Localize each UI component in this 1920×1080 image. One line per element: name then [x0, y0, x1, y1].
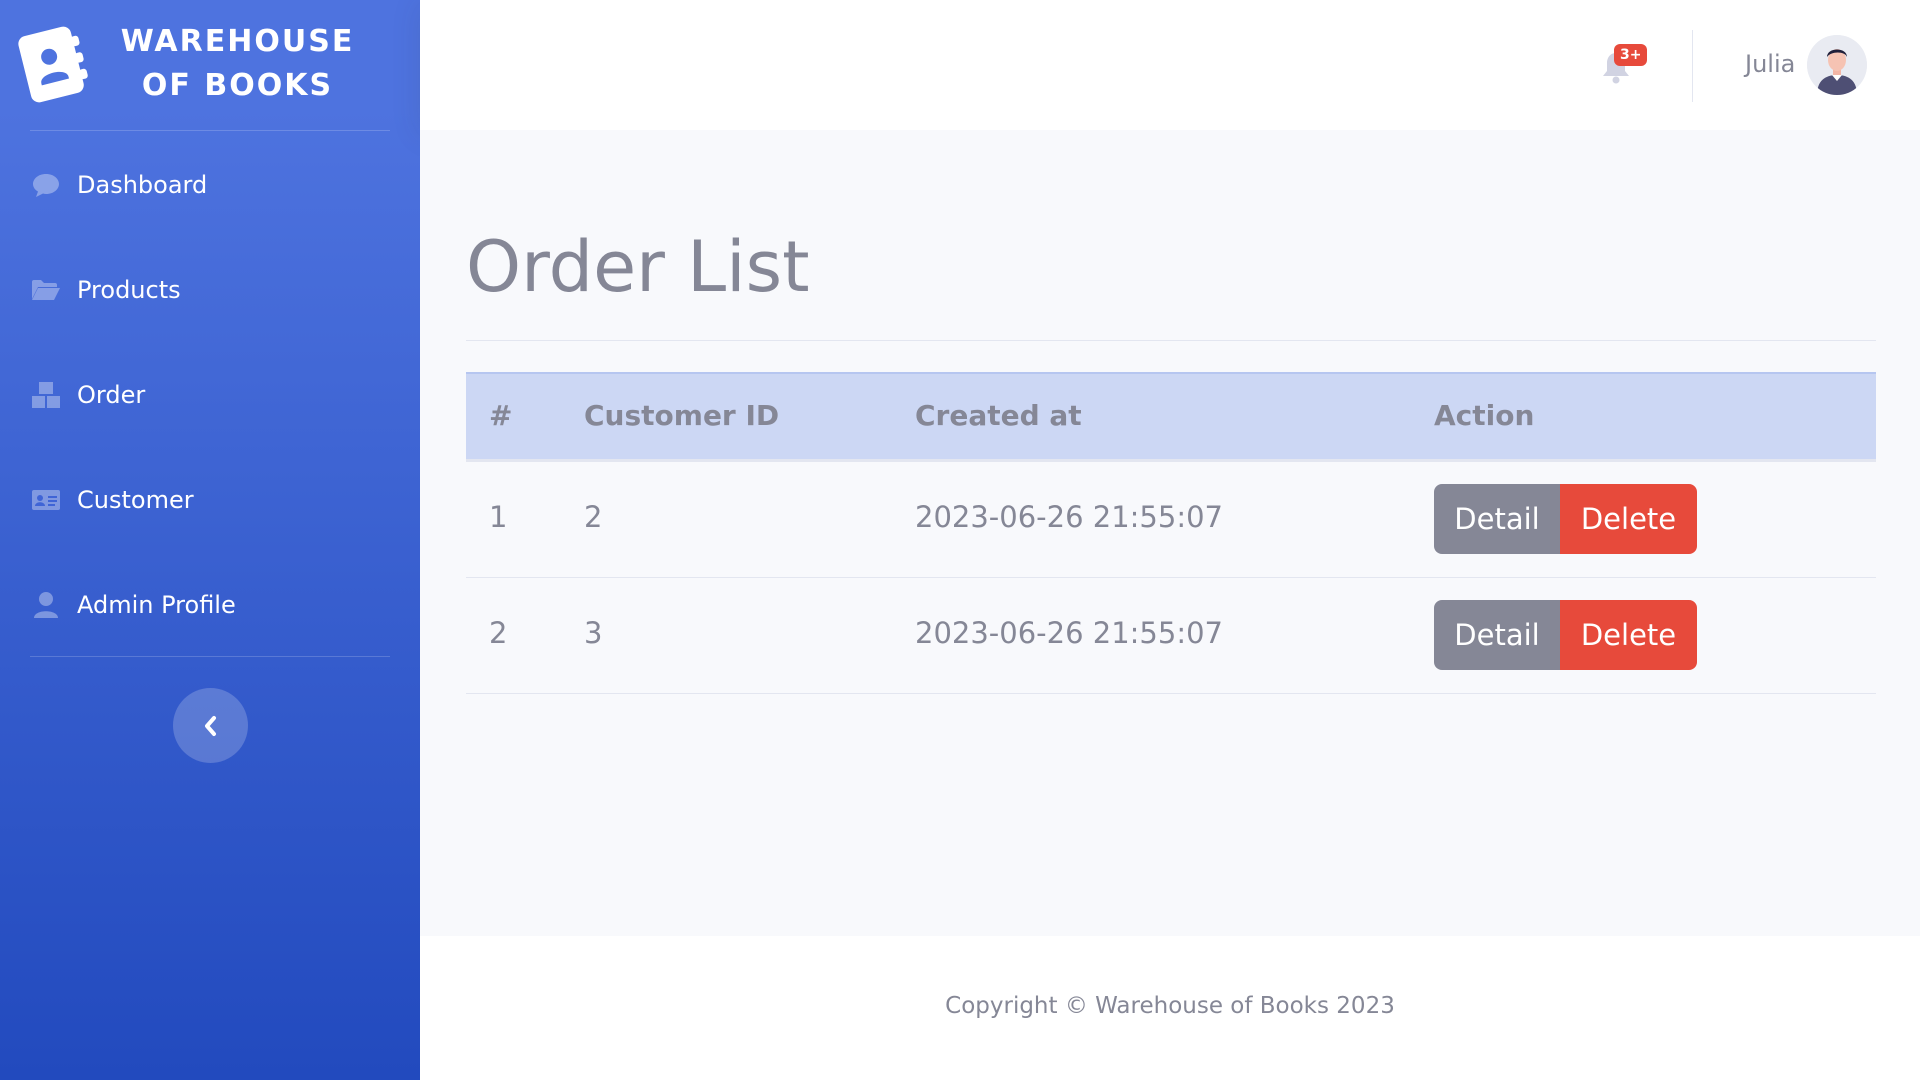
user-icon: [30, 589, 62, 621]
orders-table: # Customer ID Created at Action 1 2 2023…: [466, 372, 1876, 694]
title-divider: [466, 340, 1876, 341]
topbar-divider: [1692, 30, 1693, 102]
cell-created-at: 2023-06-26 21:55:07: [915, 500, 1223, 534]
column-header-customer-id: Customer ID: [584, 399, 780, 432]
column-header-number: #: [489, 399, 513, 432]
user-name[interactable]: Julia: [1745, 50, 1795, 78]
avatar[interactable]: [1807, 35, 1867, 95]
notification-badge: 3+: [1614, 44, 1648, 66]
chevron-left-icon: [204, 715, 216, 736]
table-row: 1 2 2023-06-26 21:55:07 Detail Delete: [466, 462, 1876, 578]
row-actions: Detail Delete: [1434, 484, 1697, 554]
id-card-icon: [30, 484, 62, 516]
sidebar-item-order[interactable]: Order: [0, 363, 420, 427]
topbar: [420, 0, 1920, 130]
cell-number: 1: [489, 500, 508, 534]
delete-button[interactable]: Delete: [1560, 600, 1697, 670]
copyright-text: Copyright © Warehouse of Books 2023: [945, 993, 1395, 1019]
sidebar-item-products[interactable]: Products: [0, 258, 420, 322]
delete-button[interactable]: Delete: [1560, 484, 1697, 554]
footer: Copyright © Warehouse of Books 2023: [420, 936, 1920, 1080]
column-header-created-at: Created at: [915, 399, 1082, 432]
sidebar-toggle-button[interactable]: [173, 688, 248, 763]
table-row: 2 3 2023-06-26 21:55:07 Detail Delete: [466, 578, 1876, 694]
sidebar-item-label: Customer: [77, 486, 194, 514]
sidebar-divider: [30, 656, 390, 657]
sidebar: WAREHOUSE OF BOOKS Dashboard Products Or…: [0, 0, 420, 1080]
sidebar-item-label: Order: [77, 381, 146, 409]
sidebar-item-label: Products: [77, 276, 181, 304]
sidebar-item-admin-profile[interactable]: Admin Profile: [0, 573, 420, 637]
brand[interactable]: WAREHOUSE OF BOOKS: [0, 0, 420, 131]
detail-button[interactable]: Detail: [1434, 484, 1560, 554]
row-actions: Detail Delete: [1434, 600, 1697, 670]
sidebar-item-label: Dashboard: [77, 171, 208, 199]
comment-icon: [30, 169, 62, 201]
boxes-icon: [30, 379, 62, 411]
sidebar-item-customer[interactable]: Customer: [0, 468, 420, 532]
folder-open-icon: [30, 274, 62, 306]
cell-created-at: 2023-06-26 21:55:07: [915, 616, 1223, 650]
table-header: # Customer ID Created at Action: [466, 372, 1876, 462]
brand-line-1: WAREHOUSE: [120, 24, 355, 59]
main-content: Order List # Customer ID Created at Acti…: [420, 130, 1920, 936]
user-avatar-icon: [1807, 35, 1867, 95]
address-book-icon: [18, 26, 88, 103]
cell-number: 2: [489, 616, 508, 650]
column-header-action: Action: [1434, 399, 1535, 432]
sidebar-divider: [30, 130, 390, 131]
detail-button[interactable]: Detail: [1434, 600, 1560, 670]
brand-line-2: OF BOOKS: [141, 68, 334, 103]
cell-customer-id: 2: [584, 500, 603, 534]
brand-name: WAREHOUSE OF BOOKS: [110, 20, 365, 108]
page-title: Order List: [466, 226, 810, 308]
cell-customer-id: 3: [584, 616, 603, 650]
sidebar-item-dashboard[interactable]: Dashboard: [0, 153, 420, 217]
sidebar-item-label: Admin Profile: [77, 591, 236, 619]
